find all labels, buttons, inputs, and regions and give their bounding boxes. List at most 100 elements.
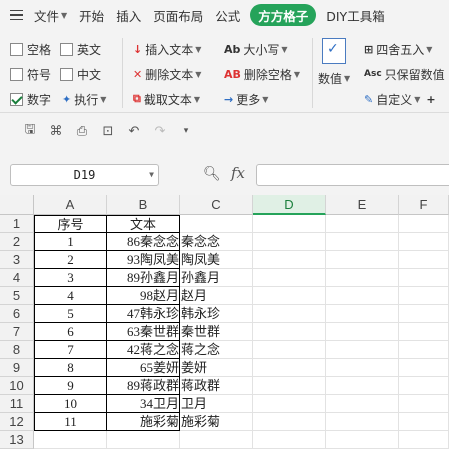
cell-b[interactable]: 文本 (107, 215, 180, 233)
delete-text-button[interactable]: ✕ 删除文本 ▼ (133, 63, 201, 85)
cell-c[interactable]: 姜妍 (180, 359, 253, 377)
cell-b[interactable]: 89蒋政群 (107, 377, 180, 395)
row-header[interactable]: 2 (0, 233, 34, 251)
cell-d[interactable] (253, 233, 326, 251)
cell-b[interactable]: 63秦世群 (107, 323, 180, 341)
cell-c[interactable]: 施彩菊 (180, 413, 253, 431)
column-header-d[interactable]: D (253, 195, 326, 215)
cell-f[interactable] (399, 233, 449, 251)
cell-f[interactable] (399, 359, 449, 377)
cell-b[interactable] (107, 431, 180, 449)
cell-d[interactable] (253, 431, 326, 449)
column-header-c[interactable]: C (180, 195, 253, 215)
tab-diy-toolbox[interactable]: DIY工具箱 (320, 4, 390, 26)
cell-a[interactable]: 7 (34, 341, 107, 359)
tab-formula[interactable]: 公式 (209, 4, 246, 26)
cell-b[interactable]: 施彩菊 (107, 413, 180, 431)
numeric-button[interactable]: 数值 ▼ (318, 67, 350, 89)
cell-f[interactable] (399, 377, 449, 395)
column-header-e[interactable]: E (326, 195, 399, 215)
cell-f[interactable] (399, 215, 449, 233)
print-icon[interactable]: ⎙ (74, 124, 90, 139)
cell-f[interactable] (399, 395, 449, 413)
cell-d[interactable] (253, 287, 326, 305)
round-button[interactable]: ⊞ 四舍五入 ▼ (364, 38, 432, 60)
cell-e[interactable] (326, 305, 399, 323)
row-header[interactable]: 10 (0, 377, 34, 395)
cell-a[interactable]: 10 (34, 395, 107, 413)
cell-c[interactable] (180, 215, 253, 233)
cell-a[interactable]: 8 (34, 359, 107, 377)
cell-e[interactable] (326, 323, 399, 341)
formula-input[interactable] (256, 164, 449, 186)
cell-a[interactable]: 9 (34, 377, 107, 395)
cell-a[interactable]: 1 (34, 233, 107, 251)
tab-home[interactable]: 开始 (73, 4, 110, 26)
tab-insert[interactable]: 插入 (110, 4, 147, 26)
cell-c[interactable]: 秦念念 (180, 233, 253, 251)
keep-numbers-button[interactable]: Asc 只保留数值 (364, 63, 445, 85)
undo-icon[interactable]: ↶ (126, 124, 142, 139)
cell-c[interactable]: 蒋之念 (180, 341, 253, 359)
select-all-corner[interactable] (0, 195, 34, 215)
cell-b[interactable]: 47韩永珍 (107, 305, 180, 323)
cell-c[interactable]: 蒋政群 (180, 377, 253, 395)
cell-b[interactable]: 34卫月 (107, 395, 180, 413)
column-header-f[interactable]: F (399, 195, 449, 215)
tab-fangfang[interactable]: 方方格子 (250, 4, 317, 26)
cell-d[interactable] (253, 395, 326, 413)
cell-f[interactable] (399, 269, 449, 287)
row-header[interactable]: 6 (0, 305, 34, 323)
cell-d[interactable] (253, 359, 326, 377)
cell-c[interactable]: 孙鑫月 (180, 269, 253, 287)
cell-e[interactable] (326, 251, 399, 269)
custom-button[interactable]: ✎ 自定义 ▼ + (364, 88, 439, 110)
cell-f[interactable] (399, 413, 449, 431)
save-icon[interactable]: 🖫 (22, 120, 38, 142)
cell-d[interactable] (253, 305, 326, 323)
cell-e[interactable] (326, 431, 399, 449)
cell-a[interactable]: 4 (34, 287, 107, 305)
tab-page-layout[interactable]: 页面布局 (147, 4, 209, 26)
row-header[interactable]: 8 (0, 341, 34, 359)
cell-c[interactable]: 陶凤美 (180, 251, 253, 269)
cell-b[interactable]: 86秦念念 (107, 233, 180, 251)
row-header[interactable]: 4 (0, 269, 34, 287)
name-box[interactable]: D19 ▼ (10, 164, 159, 186)
row-header[interactable]: 13 (0, 431, 34, 449)
customize-dropdown-icon[interactable]: ▾ (178, 126, 194, 136)
cell-f[interactable] (399, 323, 449, 341)
cell-d[interactable] (253, 269, 326, 287)
fx-icon[interactable]: fx (231, 164, 245, 182)
cell-e[interactable] (326, 341, 399, 359)
cell-a[interactable] (34, 431, 107, 449)
delete-space-button[interactable]: AB 删除空格 ▼ (224, 63, 300, 85)
cell-f[interactable] (399, 251, 449, 269)
cell-e[interactable] (326, 269, 399, 287)
checkbox-number[interactable]: 数字 (10, 91, 62, 108)
checkbox-english[interactable]: 英文 (60, 41, 101, 58)
print-preview-icon[interactable]: ⊡ (100, 124, 116, 139)
cell-e[interactable] (326, 215, 399, 233)
extract-text-button[interactable]: ⧉ 截取文本 ▼ (133, 88, 200, 110)
cell-b[interactable]: 42蒋之念 (107, 341, 180, 359)
cell-f[interactable] (399, 305, 449, 323)
redo-icon[interactable]: ↷ (152, 124, 168, 139)
cell-c[interactable]: 秦世群 (180, 323, 253, 341)
cell-e[interactable] (326, 395, 399, 413)
execute-button[interactable]: ✦ 执行 ▼ (62, 91, 106, 108)
column-header-b[interactable]: B (107, 195, 180, 215)
cell-d[interactable] (253, 377, 326, 395)
case-button[interactable]: Ab 大小写 ▼ (224, 38, 288, 60)
cell-f[interactable] (399, 287, 449, 305)
cell-e[interactable] (326, 233, 399, 251)
cell-e[interactable] (326, 377, 399, 395)
cell-e[interactable] (326, 359, 399, 377)
format-painter-icon[interactable]: ⌘ (48, 124, 64, 139)
cell-d[interactable] (253, 323, 326, 341)
cell-a[interactable]: 6 (34, 323, 107, 341)
cell-e[interactable] (326, 413, 399, 431)
row-header[interactable]: 3 (0, 251, 34, 269)
row-header[interactable]: 9 (0, 359, 34, 377)
cell-c[interactable] (180, 431, 253, 449)
